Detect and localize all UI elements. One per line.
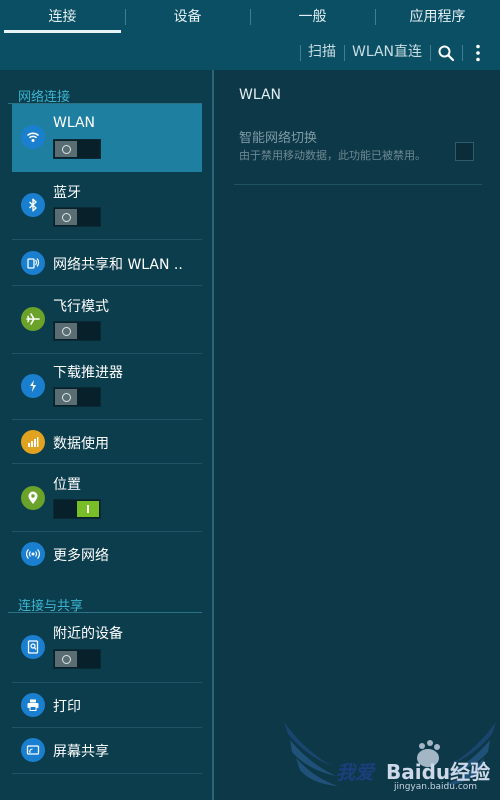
menu-item-label: 屏幕共享 [53,744,109,760]
baidu-watermark: 我爱 Baidu经验 jingyan.baidu.com [282,712,498,800]
menu-item-screen-mirroring[interactable]: 屏幕共享 [12,728,202,774]
scan-button[interactable]: 扫描 [299,35,344,70]
airplane-icon [21,307,45,331]
search-icon [438,45,455,61]
action-bar: 扫描 WLAN直连 [0,35,500,70]
menu-item-label: 打印 [53,699,81,715]
more-options-button[interactable] [462,35,494,70]
tab-general[interactable]: 一般 [250,0,375,35]
menu-item-label: 蓝牙 [53,185,81,201]
download-booster-toggle[interactable] [53,387,101,407]
menu-item-label: 飞行模式 [53,299,109,315]
menu-item-nearby-devices[interactable]: 附近的设备 [12,613,202,683]
download-booster-icon [21,374,45,398]
menu-item-label: 网络共享和 WLAN .. [53,257,183,273]
data-usage-icon [21,430,45,454]
detail-title: WLAN [239,87,282,103]
menu-item-print[interactable]: 打印 [12,683,202,728]
top-tab-bar: 连接 设备 一般 应用程序 [0,0,500,35]
search-button[interactable] [430,35,462,70]
detail-divider [234,184,482,185]
menu-item-bluetooth[interactable]: 蓝牙 [12,172,202,240]
menu-item-more-networks[interactable]: 更多网络 [12,532,202,576]
menu-item-wlan[interactable]: WLAN [12,104,202,172]
screen-mirroring-icon [21,738,45,762]
print-icon [21,693,45,717]
location-toggle[interactable] [53,499,101,519]
smart-network-switch-checkbox[interactable] [455,142,474,161]
menu-item-airplane-mode[interactable]: 飞行模式 [12,286,202,354]
location-icon [21,486,45,510]
menu-item-data-usage[interactable]: 数据使用 [12,420,202,464]
watermark-brand: Baidu经验 [386,760,491,784]
watermark-url: jingyan.baidu.com [394,782,478,792]
wlan-toggle[interactable] [53,139,101,159]
airplane-mode-toggle[interactable] [53,321,101,341]
menu-item-tethering[interactable]: 网络共享和 WLAN .. [12,240,202,286]
menu-item-download-booster[interactable]: 下载推进器 [12,354,202,420]
menu-item-location[interactable]: 位置 [12,464,202,532]
bluetooth-toggle[interactable] [53,207,101,227]
hotspot-icon [21,251,45,275]
nearby-devices-toggle[interactable] [53,649,101,669]
menu-item-label: 下载推进器 [53,365,123,381]
detail-panel: WLAN 智能网络切换 由于禁用移动数据，此功能已被禁用。 [214,70,500,800]
menu-item-label: WLAN [53,115,96,131]
tab-applications[interactable]: 应用程序 [375,0,500,35]
menu-item-label: 数据使用 [53,436,109,452]
settings-list-panel: 网络连接 WLAN 蓝牙 网络共享和 WLAN .. 飞行模式 下载推进器 数据… [0,70,214,800]
tab-device[interactable]: 设备 [125,0,250,35]
menu-item-label: 附近的设备 [53,626,123,642]
menu-item-label: 位置 [53,477,81,493]
wifi-direct-button[interactable]: WLAN直连 [343,35,430,70]
smart-network-switch-label: 智能网络切换 [239,131,318,146]
more-vertical-icon [476,44,480,61]
menu-item-label: 更多网络 [53,548,109,564]
smart-network-switch-description: 由于禁用移动数据，此功能已被禁用。 [239,149,426,162]
wifi-icon [21,125,45,149]
more-networks-icon [21,542,45,566]
tab-connections[interactable]: 连接 [0,0,125,35]
watermark-text: 我爱 [336,762,375,784]
bluetooth-icon [21,193,45,217]
nearby-devices-icon [21,635,45,659]
